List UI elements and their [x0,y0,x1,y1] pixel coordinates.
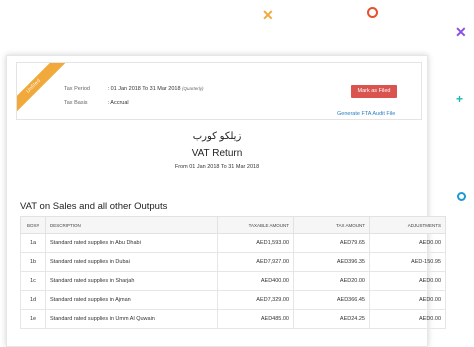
tax-amount: AED20.00 [293,271,370,291]
box-number: 1d [20,290,46,310]
adjustments-amount: AED0.00 [369,309,446,329]
row-description: Standard rated supplies in Abu Dhabi [45,233,218,253]
table-row: 1c Standard rated supplies in Sharjah AE… [20,271,446,291]
taxable-amount: AED7,329.00 [217,290,294,310]
tax-amount: AED366.45 [293,290,370,310]
box-number: 1b [20,252,46,272]
tax-basis-label: Tax Basis [64,100,88,106]
row-description: Standard rated supplies in Sharjah [45,271,218,291]
box-number: 1a [20,233,46,253]
column-header-box: BOX# [20,216,46,234]
decorative-cross-icon: ✕ [262,7,274,23]
tax-basis-row: Tax Basis : Accrual [64,100,129,106]
return-date-range: From 01 Jan 2018 To 31 Mar 2018 [174,164,260,170]
taxable-amount: AED1,593.00 [217,233,294,253]
row-description: Standard rated supplies in Ajman [45,290,218,310]
taxable-amount: AED400.00 [217,271,294,291]
column-header-description: DESCRIPTION [45,216,218,234]
tax-period-row: Tax Period : 01 Jan 2018 To 31 Mar 2018 … [64,86,204,92]
table-row: 1a Standard rated supplies in Abu Dhabi … [20,233,446,253]
page-title: VAT Return [191,148,243,159]
column-header-taxable-amount: TAXABLE AMOUNT [217,216,294,234]
table-row: 1e Standard rated supplies in Umm Al Quw… [20,309,446,329]
column-header-adjustments: ADJUSTMENTS [369,216,446,234]
generate-fta-audit-file-link[interactable]: Generate FTA Audit File [337,111,395,117]
taxable-amount: AED7,927.00 [217,252,294,272]
table-row: 1d Standard rated supplies in Ajman AED7… [20,290,446,310]
tax-period-label: Tax Period [64,86,90,92]
adjustments-amount: AED0.00 [369,233,446,253]
organization-name: زيلكو كورب [192,131,242,142]
tax-amount: AED24.25 [293,309,370,329]
table-row: 1b Standard rated supplies in Dubai AED7… [20,252,446,272]
row-description: Standard rated supplies in Dubai [45,252,218,272]
section-title: VAT on Sales and all other Outputs [20,201,168,212]
box-number: 1e [20,309,46,329]
decorative-ring-icon [367,7,378,18]
row-description: Standard rated supplies in Umm Al Quwain [45,309,218,329]
box-number: 1c [20,271,46,291]
tax-amount: AED79.65 [293,233,370,253]
adjustments-amount: AED-150.95 [369,252,446,272]
adjustments-amount: AED0.00 [369,290,446,310]
status-ribbon: Unfiled [17,63,66,118]
tax-period-frequency: (Quarterly) [182,86,204,91]
tax-amount: AED396.35 [293,252,370,272]
table-header-row: BOX# DESCRIPTION TAXABLE AMOUNT TAX AMOU… [20,216,446,234]
decorative-ring-icon [457,192,466,201]
tax-basis-value: : Accrual [107,100,129,106]
mark-as-filed-button[interactable]: Mark as Filed [351,85,397,98]
vat-outputs-table: BOX# DESCRIPTION TAXABLE AMOUNT TAX AMOU… [20,216,446,329]
vat-return-card: Unfiled Tax Period : 01 Jan 2018 To 31 M… [6,55,446,347]
decorative-cross-icon: ✕ [455,24,467,40]
column-header-tax-amount: TAX AMOUNT [293,216,370,234]
decorative-plus-icon: + [456,92,464,106]
adjustments-amount: AED0.00 [369,271,446,291]
tax-period-value: : 01 Jan 2018 To 31 Mar 2018 [107,86,181,92]
taxable-amount: AED485.00 [217,309,294,329]
return-summary-panel: Unfiled Tax Period : 01 Jan 2018 To 31 M… [16,62,422,120]
